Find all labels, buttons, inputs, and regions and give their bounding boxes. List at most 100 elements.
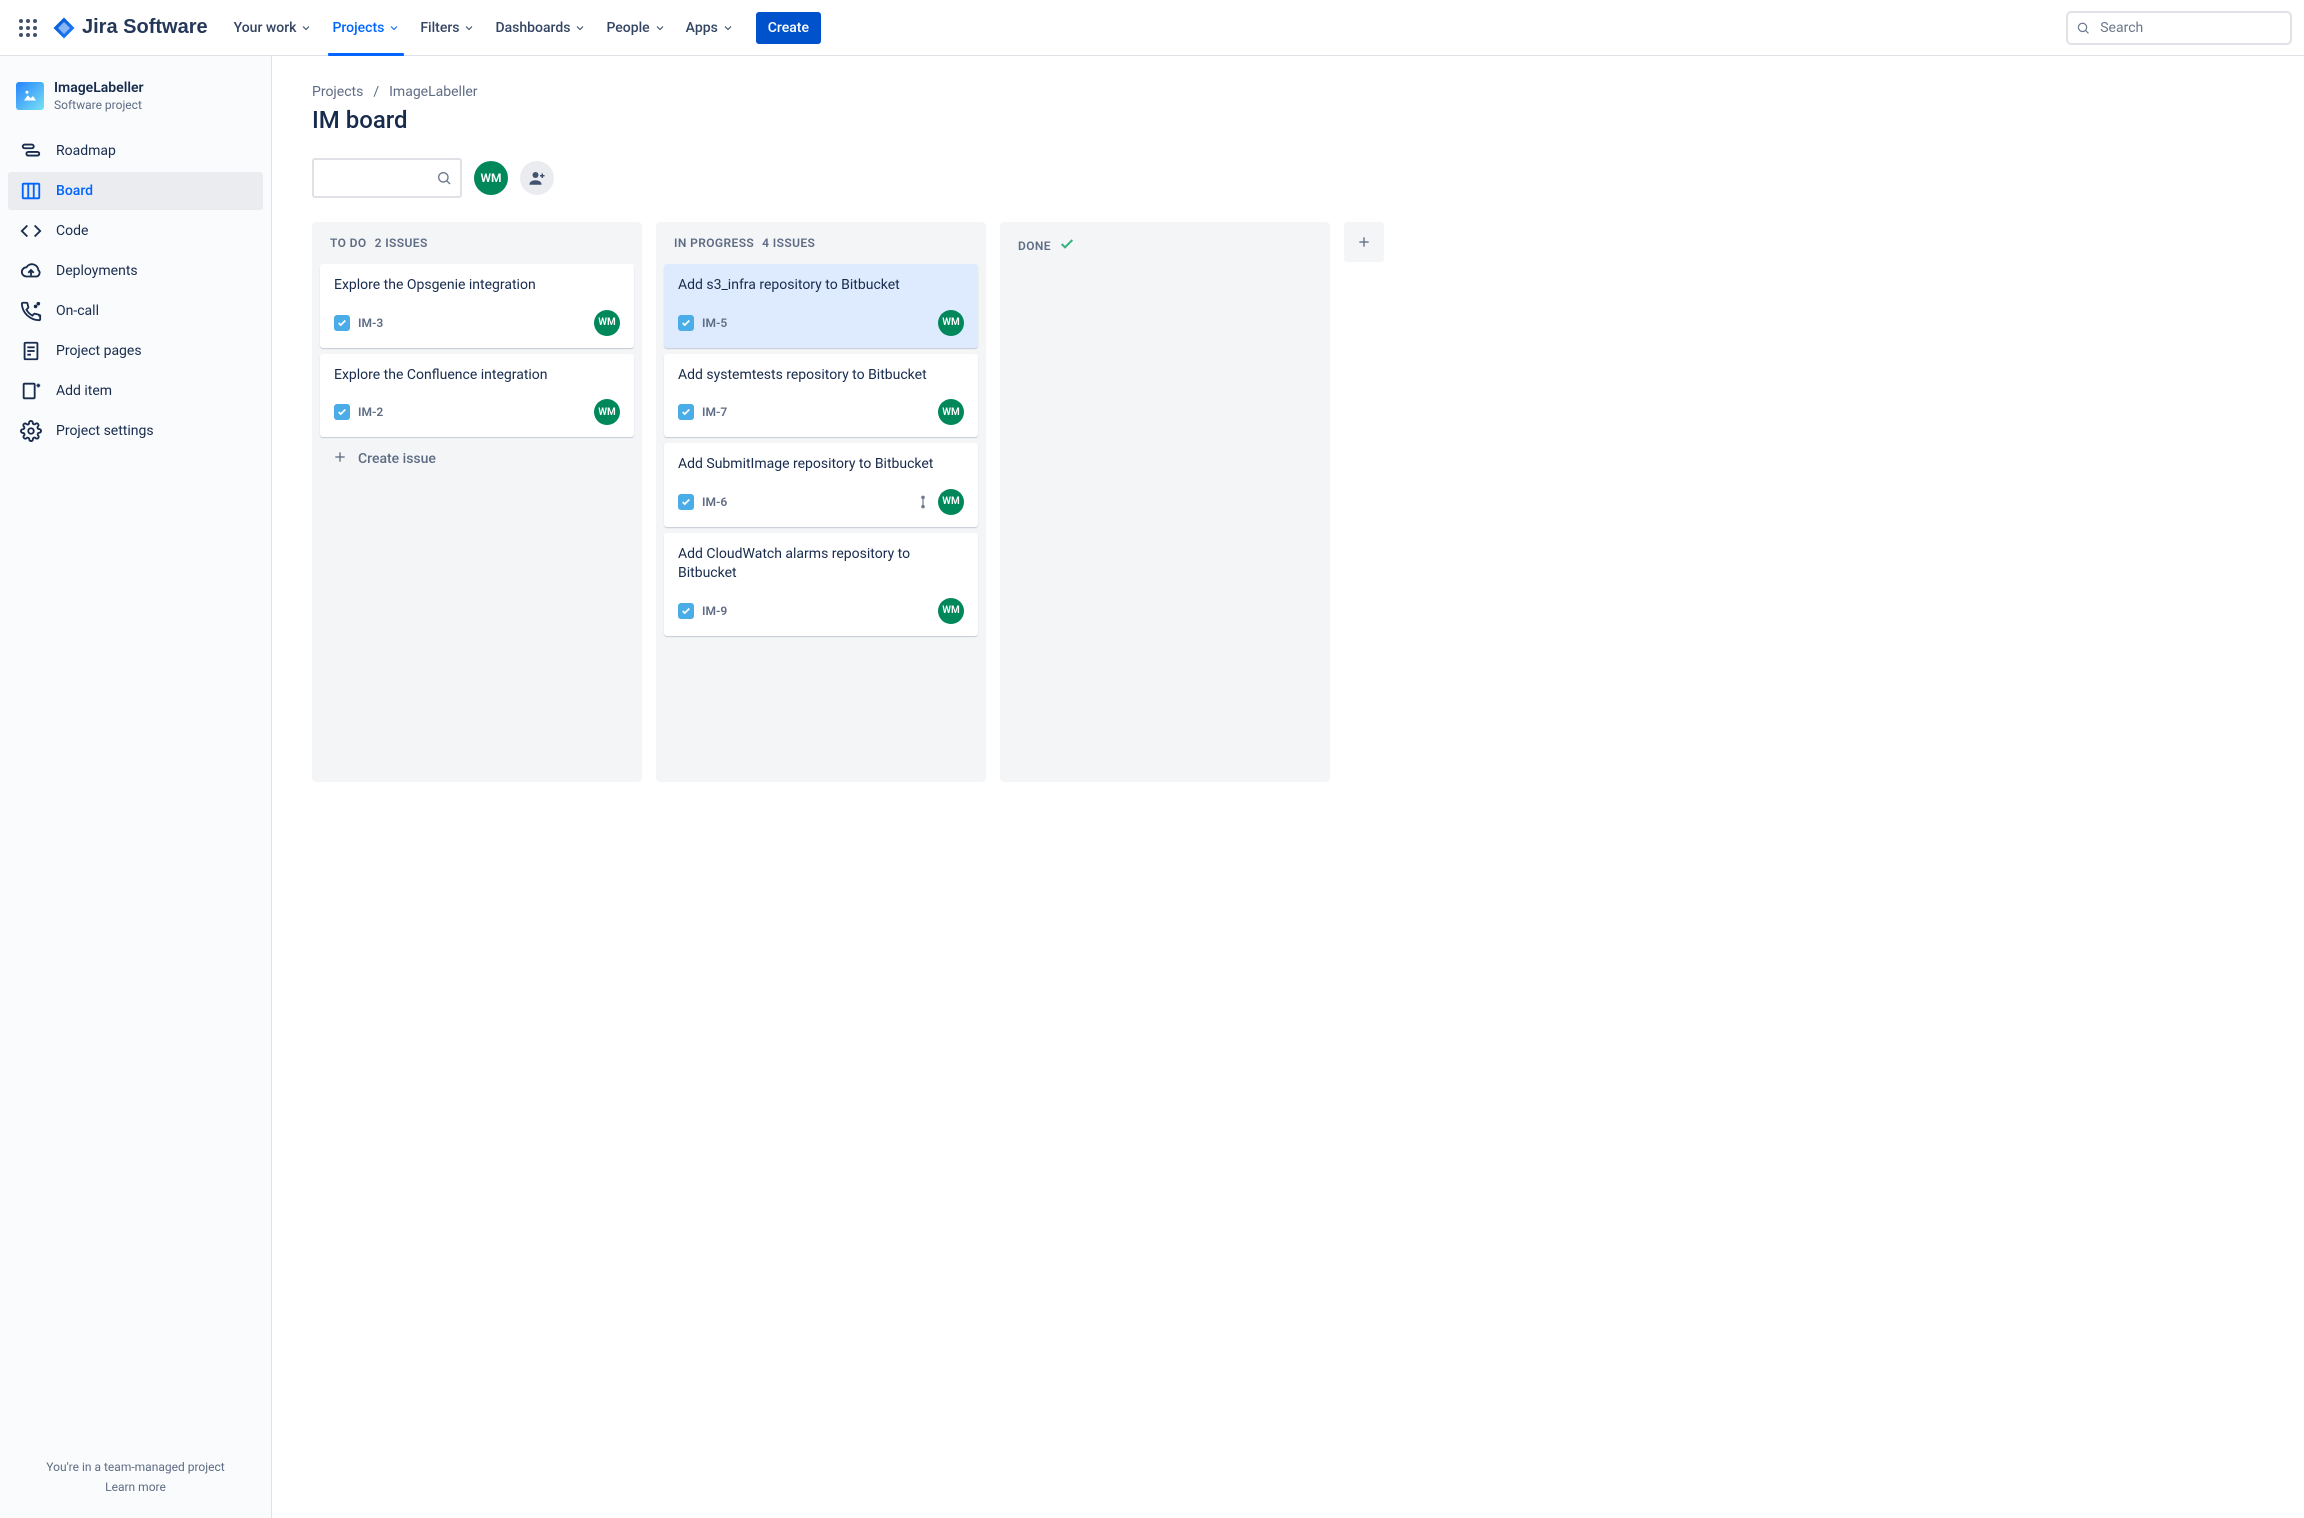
app-switcher-button[interactable] — [12, 12, 44, 44]
sidebar-item-project-pages[interactable]: Project pages — [8, 332, 263, 370]
sidebar-item-oncall[interactable]: On-call — [8, 292, 263, 330]
picture-icon — [21, 87, 39, 105]
issue-title: Explore the Confluence integration — [334, 366, 620, 386]
project-sidebar: ImageLabeller Software project Roadmap B… — [0, 56, 272, 1518]
chevron-down-icon — [574, 22, 586, 34]
issue-title: Add CloudWatch alarms repository to Bitb… — [678, 545, 964, 584]
nav-projects[interactable]: Projects — [322, 0, 410, 55]
task-type-icon — [334, 404, 350, 420]
jira-logo-icon — [52, 16, 76, 40]
chevron-down-icon — [463, 22, 475, 34]
issue-key: IM-2 — [358, 405, 383, 419]
column-title: TO DO — [330, 236, 367, 250]
issue-key: IM-7 — [702, 405, 727, 419]
priority-medium-icon — [916, 495, 930, 509]
nav-dashboards[interactable]: Dashboards — [485, 0, 596, 55]
breadcrumb-projects[interactable]: Projects — [312, 84, 363, 100]
column-count: 4 ISSUES — [762, 236, 815, 250]
project-avatar — [16, 82, 44, 110]
issue-title: Add SubmitImage repository to Bitbucket — [678, 455, 964, 475]
search-icon — [436, 170, 452, 186]
roadmap-icon — [20, 140, 42, 162]
issue-title: Add s3_infra repository to Bitbucket — [678, 276, 964, 296]
add-item-icon — [20, 380, 42, 402]
cloud-upload-icon — [20, 260, 42, 282]
issue-card[interactable]: Add s3_infra repository to Bitbucket IM-… — [664, 264, 978, 348]
grid-icon — [18, 18, 38, 38]
breadcrumbs: Projects / ImageLabeller — [312, 84, 2264, 100]
issue-key: IM-6 — [702, 495, 727, 509]
chevron-down-icon — [722, 22, 734, 34]
search-icon — [2076, 20, 2090, 36]
board-column: IN PROGRESS 4 ISSUES Add s3_infra reposi… — [656, 222, 986, 782]
sidebar-item-board[interactable]: Board — [8, 172, 263, 210]
issue-title: Add systemtests repository to Bitbucket — [678, 366, 964, 386]
phone-icon — [20, 300, 42, 322]
create-issue-button[interactable]: Create issue — [320, 439, 634, 479]
sidebar-item-roadmap[interactable]: Roadmap — [8, 132, 263, 170]
plus-icon — [332, 449, 348, 469]
add-person-icon — [528, 169, 546, 187]
issue-key: IM-9 — [702, 604, 727, 618]
global-search-input[interactable] — [2098, 19, 2282, 37]
sidebar-item-add-item[interactable]: Add item — [8, 372, 263, 410]
chevron-down-icon — [654, 22, 666, 34]
task-type-icon — [678, 603, 694, 619]
task-type-icon — [678, 494, 694, 510]
learn-more-link[interactable]: Learn more — [20, 1480, 251, 1494]
issue-card[interactable]: Add CloudWatch alarms repository to Bitb… — [664, 533, 978, 636]
assignee-avatar[interactable]: WM — [594, 310, 620, 336]
nav-apps[interactable]: Apps — [676, 0, 744, 55]
project-header[interactable]: ImageLabeller Software project — [8, 80, 263, 132]
column-count: 2 ISSUES — [375, 236, 428, 250]
assignee-avatar[interactable]: WM — [938, 399, 964, 425]
nav-people[interactable]: People — [596, 0, 675, 55]
issue-key: IM-5 — [702, 316, 727, 330]
issue-card[interactable]: Explore the Confluence integration IM-2 … — [320, 354, 634, 438]
column-header[interactable]: DONE — [1008, 236, 1322, 269]
done-check-icon — [1059, 236, 1075, 255]
add-column-button[interactable] — [1344, 222, 1384, 262]
breadcrumb-project[interactable]: ImageLabeller — [389, 84, 477, 100]
board-toolbar: WM — [312, 158, 2264, 198]
column-title: DONE — [1018, 239, 1051, 253]
board-search[interactable] — [312, 158, 462, 198]
nav-filters[interactable]: Filters — [410, 0, 485, 55]
column-title: IN PROGRESS — [674, 236, 754, 250]
code-icon — [20, 220, 42, 242]
column-header[interactable]: TO DO 2 ISSUES — [320, 236, 634, 264]
top-navigation: Jira Software Your work Projects Filters… — [0, 0, 2304, 56]
assignee-avatar[interactable]: WM — [938, 598, 964, 624]
assignee-avatar[interactable]: WM — [594, 399, 620, 425]
project-name: ImageLabeller — [54, 80, 144, 96]
sidebar-item-project-settings[interactable]: Project settings — [8, 412, 263, 450]
column-cards: Explore the Opsgenie integration IM-3 WM… — [320, 264, 634, 437]
breadcrumb-separator: / — [373, 84, 379, 100]
product-logo[interactable]: Jira Software — [52, 16, 208, 40]
assignee-avatar[interactable]: WM — [938, 489, 964, 515]
task-type-icon — [678, 404, 694, 420]
assignee-avatar[interactable]: WM — [938, 310, 964, 336]
project-type: Software project — [54, 98, 144, 112]
create-button[interactable]: Create — [756, 12, 821, 44]
sidebar-footer: You're in a team-managed project Learn m… — [8, 1448, 263, 1506]
global-search[interactable] — [2066, 11, 2292, 45]
issue-card[interactable]: Explore the Opsgenie integration IM-3 WM — [320, 264, 634, 348]
column-header[interactable]: IN PROGRESS 4 ISSUES — [664, 236, 978, 264]
issue-card[interactable]: Add systemtests repository to Bitbucket … — [664, 354, 978, 438]
assignee-avatar[interactable]: WM — [474, 161, 508, 195]
kanban-board: TO DO 2 ISSUES Explore the Opsgenie inte… — [312, 222, 2264, 782]
issue-card[interactable]: Add SubmitImage repository to Bitbucket … — [664, 443, 978, 527]
board-icon — [20, 180, 42, 202]
task-type-icon — [334, 315, 350, 331]
chevron-down-icon — [300, 22, 312, 34]
nav-your-work[interactable]: Your work — [224, 0, 323, 55]
product-name: Jira Software — [82, 16, 208, 39]
issue-title: Explore the Opsgenie integration — [334, 276, 620, 296]
sidebar-item-code[interactable]: Code — [8, 212, 263, 250]
gear-icon — [20, 420, 42, 442]
sidebar-item-deployments[interactable]: Deployments — [8, 252, 263, 290]
issue-key: IM-3 — [358, 316, 383, 330]
sidebar-nav: Roadmap Board Code Deployments On-call P… — [8, 132, 263, 450]
add-people-button[interactable] — [520, 161, 554, 195]
